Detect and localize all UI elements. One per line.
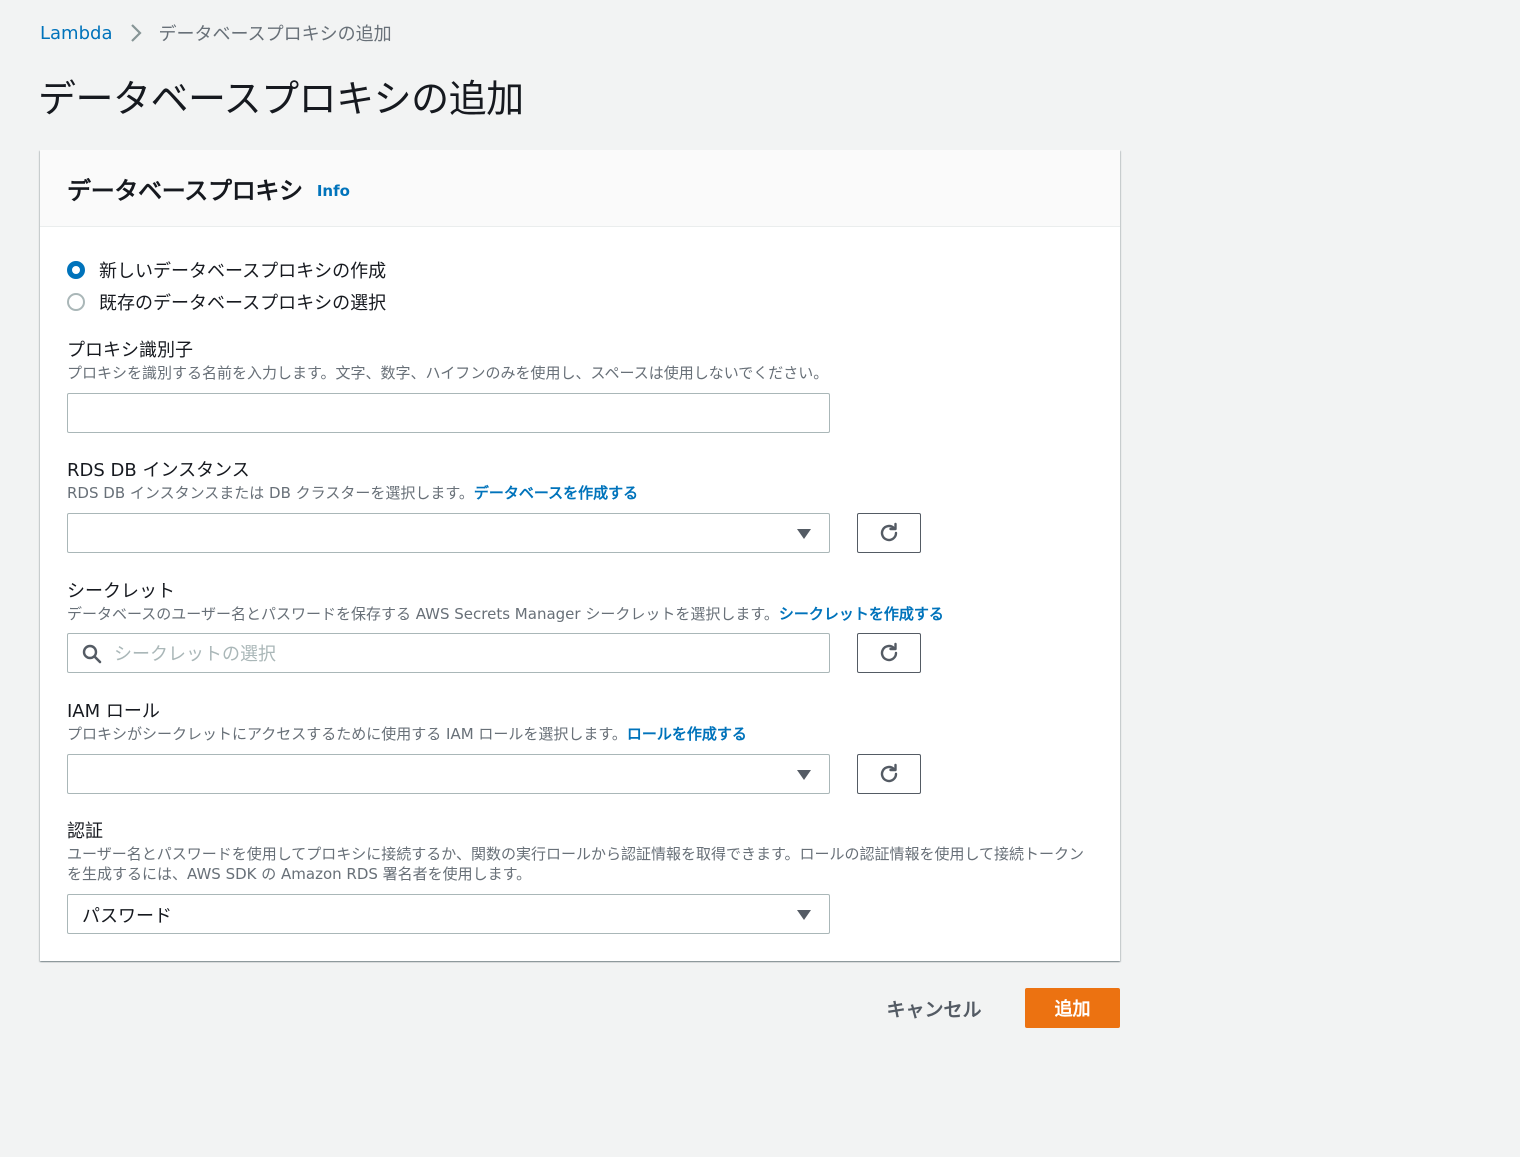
add-button[interactable]: 追加: [1025, 988, 1120, 1028]
breadcrumb: Lambda データベースプロキシの追加: [40, 20, 392, 46]
field-label: プロキシ識別子: [67, 340, 193, 361]
secret-field: シークレット データベースのユーザー名とパスワードを保存する AWS Secre…: [67, 580, 1097, 624]
field-description: プロキシがシークレットにアクセスするために使用する IAM ロールを選択します。…: [67, 724, 1097, 744]
page-title: データベースプロキシの追加: [38, 77, 524, 121]
description-text: プロキシがシークレットにアクセスするために使用する IAM ロールを選択します。: [67, 725, 627, 743]
radio-select-existing-proxy[interactable]: 既存のデータベースプロキシの選択: [67, 289, 386, 315]
field-description: ユーザー名とパスワードを使用してプロキシに接続するか、関数の実行ロールから認証情…: [67, 845, 1085, 883]
create-secret-link[interactable]: シークレットを作成する: [779, 605, 944, 623]
cancel-button[interactable]: キャンセル: [870, 988, 998, 1028]
iam-role-select[interactable]: [67, 754, 830, 794]
refresh-icon: [880, 642, 898, 662]
secret-search-box[interactable]: [67, 633, 830, 673]
description-text: RDS DB インスタンスまたは DB クラスターを選択します。: [67, 484, 474, 502]
breadcrumb-current: データベースプロキシの追加: [158, 24, 392, 45]
create-database-link[interactable]: データベースを作成する: [474, 484, 638, 502]
radio-create-new-proxy[interactable]: 新しいデータベースプロキシの作成: [67, 257, 386, 283]
radio-label: 既存のデータベースプロキシの選択: [99, 293, 387, 314]
auth-field: 認証 ユーザー名とパスワードを使用してプロキシに接続するか、関数の実行ロールから…: [67, 820, 1097, 884]
field-label: RDS DB インスタンス: [67, 460, 250, 481]
caret-down-icon: [797, 529, 811, 539]
rds-instance-field: RDS DB インスタンス RDS DB インスタンスまたは DB クラスターを…: [67, 459, 1097, 503]
field-description: データベースのユーザー名とパスワードを保存する AWS Secrets Mana…: [67, 604, 1097, 624]
refresh-icon: [880, 522, 898, 542]
secret-search-input[interactable]: [112, 638, 816, 670]
description-text: データベースのユーザー名とパスワードを保存する AWS Secrets Mana…: [67, 605, 779, 623]
proxy-identifier-field: プロキシ識別子 プロキシを識別する名前を入力します。文字、数字、ハイフンのみを使…: [67, 339, 1097, 383]
panel-header: データベースプロキシ Info: [40, 150, 1120, 227]
proxy-identifier-input[interactable]: [68, 394, 829, 432]
field-description: プロキシを識別する名前を入力します。文字、数字、ハイフンのみを使用し、スペースは…: [67, 364, 829, 382]
rds-instance-refresh-button[interactable]: [857, 513, 921, 553]
secret-refresh-button[interactable]: [857, 633, 921, 673]
select-value: パスワード: [82, 906, 172, 927]
create-role-link[interactable]: ロールを作成する: [627, 725, 747, 743]
proxy-identifier-input-box[interactable]: [67, 393, 830, 433]
panel-title: データベースプロキシ: [67, 176, 303, 205]
caret-down-icon: [797, 910, 811, 920]
database-proxy-panel: データベースプロキシ Info 新しいデータベースプロキシの作成 既存のデータベ…: [40, 150, 1120, 961]
refresh-icon: [880, 763, 898, 783]
field-label: 認証: [67, 821, 103, 842]
radio-checked-icon[interactable]: [67, 261, 85, 279]
auth-select[interactable]: パスワード: [67, 894, 830, 934]
search-icon: [82, 644, 102, 664]
field-description: RDS DB インスタンスまたは DB クラスターを選択します。データベースを作…: [67, 483, 1097, 503]
iam-role-refresh-button[interactable]: [857, 754, 921, 794]
info-link[interactable]: Info: [317, 182, 350, 200]
iam-role-field: IAM ロール プロキシがシークレットにアクセスするために使用する IAM ロー…: [67, 700, 1097, 744]
page: Lambda データベースプロキシの追加 データベースプロキシの追加 データベー…: [0, 0, 1520, 1157]
radio-label: 新しいデータベースプロキシの作成: [99, 261, 387, 282]
field-label: IAM ロール: [67, 701, 160, 722]
field-label: シークレット: [67, 581, 175, 602]
chevron-right-icon: [128, 22, 144, 44]
breadcrumb-lambda-link[interactable]: Lambda: [40, 23, 112, 44]
radio-unchecked-icon[interactable]: [67, 293, 85, 311]
rds-instance-select[interactable]: [67, 513, 830, 553]
caret-down-icon: [797, 770, 811, 780]
